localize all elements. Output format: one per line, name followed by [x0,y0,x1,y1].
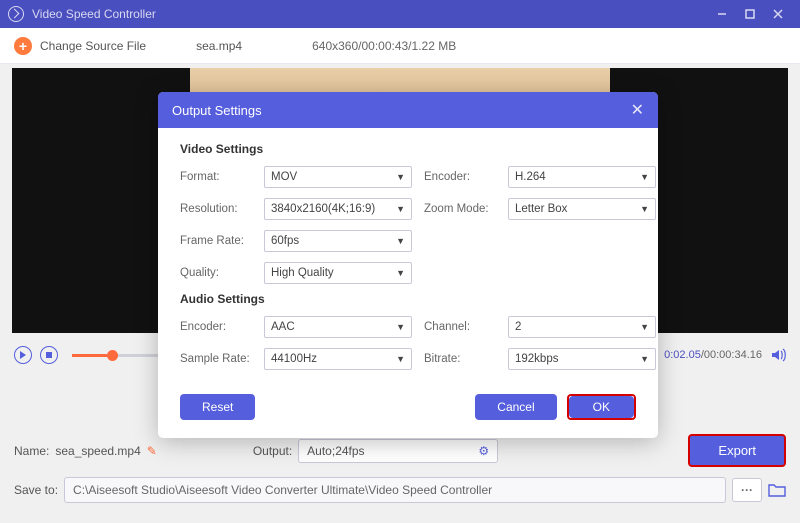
chevron-down-icon: ▼ [396,322,405,332]
close-button[interactable] [764,4,792,24]
zoom-label: Zoom Mode: [424,203,496,215]
name-value: sea_speed.mp4 [55,444,140,458]
chevron-down-icon: ▼ [640,172,649,182]
app-title: Video Speed Controller [32,7,156,21]
output-settings-dialog: Output Settings ✕ Video Settings Format:… [158,92,658,438]
total-time: 00:00:34.16 [704,349,762,361]
minimize-button[interactable] [708,4,736,24]
framerate-label: Frame Rate: [180,235,252,247]
chevron-down-icon: ▼ [640,354,649,364]
app-logo-icon [8,6,24,22]
video-encoder-select[interactable]: H.264▼ [508,166,656,188]
dialog-title: Output Settings [172,103,262,118]
audio-encoder-select[interactable]: AAC▼ [264,316,412,338]
time-display: 0:02.05/00:00:34.16 [664,349,762,361]
cancel-button[interactable]: Cancel [475,394,556,420]
audio-settings-heading: Audio Settings [180,292,636,306]
dialog-header: Output Settings ✕ [158,92,658,128]
saveto-label: Save to: [14,483,58,497]
output-select[interactable]: Auto;24fps ⚙ [298,439,498,463]
chevron-down-icon: ▼ [640,204,649,214]
channel-label: Channel: [424,321,496,333]
current-time: 0:02.05 [664,349,701,361]
bottom-panel: Name: sea_speed.mp4 ✎ Output: Auto;24fps… [14,434,786,513]
play-button[interactable] [14,346,32,364]
resolution-label: Resolution: [180,203,252,215]
source-filename: sea.mp4 [196,39,242,53]
stop-button[interactable] [40,346,58,364]
audio-encoder-label: Encoder: [180,321,252,333]
chevron-down-icon: ▼ [640,322,649,332]
framerate-select[interactable]: 60fps▼ [264,230,412,252]
saveto-path: C:\Aiseesoft Studio\Aiseesoft Video Conv… [64,477,726,503]
chevron-down-icon: ▼ [396,236,405,246]
samplerate-select[interactable]: 44100Hz▼ [264,348,412,370]
export-button[interactable]: Export [688,434,786,467]
maximize-button[interactable] [736,4,764,24]
output-label: Output: [253,444,292,458]
samplerate-label: Sample Rate: [180,353,252,365]
format-label: Format: [180,171,252,183]
channel-select[interactable]: 2▼ [508,316,656,338]
output-gear-icon[interactable]: ⚙ [478,444,489,458]
output-value: Auto;24fps [307,444,364,458]
bitrate-label: Bitrate: [424,353,496,365]
change-source-link[interactable]: Change Source File [40,39,146,53]
dialog-close-icon[interactable]: ✕ [631,100,644,120]
volume-icon[interactable] [770,347,786,363]
add-source-icon[interactable]: + [14,37,32,55]
zoom-select[interactable]: Letter Box▼ [508,198,656,220]
encoder-label: Encoder: [424,171,496,183]
video-settings-heading: Video Settings [180,142,636,156]
open-folder-icon[interactable] [768,482,786,498]
resolution-select[interactable]: 3840x2160(4K;16:9)▼ [264,198,412,220]
chevron-down-icon: ▼ [396,172,405,182]
format-select[interactable]: MOV▼ [264,166,412,188]
reset-button[interactable]: Reset [180,394,255,420]
bitrate-select[interactable]: 192kbps▼ [508,348,656,370]
ok-button[interactable]: OK [569,396,634,418]
quality-select[interactable]: High Quality▼ [264,262,412,284]
titlebar: Video Speed Controller [0,0,800,28]
edit-name-icon[interactable]: ✎ [147,444,157,458]
browse-button[interactable]: ··· [732,478,762,502]
chevron-down-icon: ▼ [396,268,405,278]
name-label: Name: [14,444,49,458]
chevron-down-icon: ▼ [396,204,405,214]
chevron-down-icon: ▼ [396,354,405,364]
quality-label: Quality: [180,267,252,279]
source-fileinfo: 640x360/00:00:43/1.22 MB [312,39,456,53]
source-bar: + Change Source File sea.mp4 640x360/00:… [0,28,800,64]
